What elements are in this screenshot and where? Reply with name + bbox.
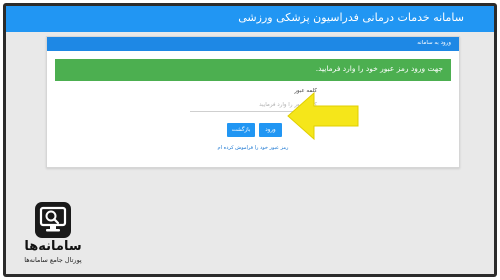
login-card: ورود به سامانه جهت ورود رمز عبور خود را …	[46, 36, 460, 168]
back-button[interactable]: بازگشت	[227, 123, 255, 137]
screenshot-frame: سامانه خدمات درمانی فدراسیون پزشکی ورزشی…	[3, 3, 497, 277]
card-header: ورود به سامانه	[47, 37, 459, 51]
card-header-title: ورود به سامانه	[417, 40, 451, 46]
watermark-tagline: پورتال جامع سامانه‌ها	[24, 256, 82, 264]
browser-viewport: سامانه خدمات درمانی فدراسیون پزشکی ورزشی…	[6, 6, 494, 274]
app-title: سامانه خدمات درمانی فدراسیون پزشکی ورزشی	[238, 11, 464, 24]
top-app-bar: سامانه خدمات درمانی فدراسیون پزشکی ورزشی	[6, 6, 494, 32]
info-alert: جهت ورود رمز عبور خود را وارد فرمایید.	[55, 59, 451, 81]
search-screen-icon	[35, 202, 71, 238]
watermark-name: سامانه‌ها	[24, 239, 82, 254]
watermark-logo: سامانه‌ها پورتال جامع سامانه‌ها	[13, 202, 93, 272]
yellow-arrow-icon	[287, 91, 359, 141]
login-button[interactable]: ورود	[259, 123, 282, 137]
alert-message: جهت ورود رمز عبور خود را وارد فرمایید.	[315, 64, 443, 73]
forgot-password-link[interactable]: رمز عبور خود را فراموش کرده ام	[47, 145, 459, 151]
